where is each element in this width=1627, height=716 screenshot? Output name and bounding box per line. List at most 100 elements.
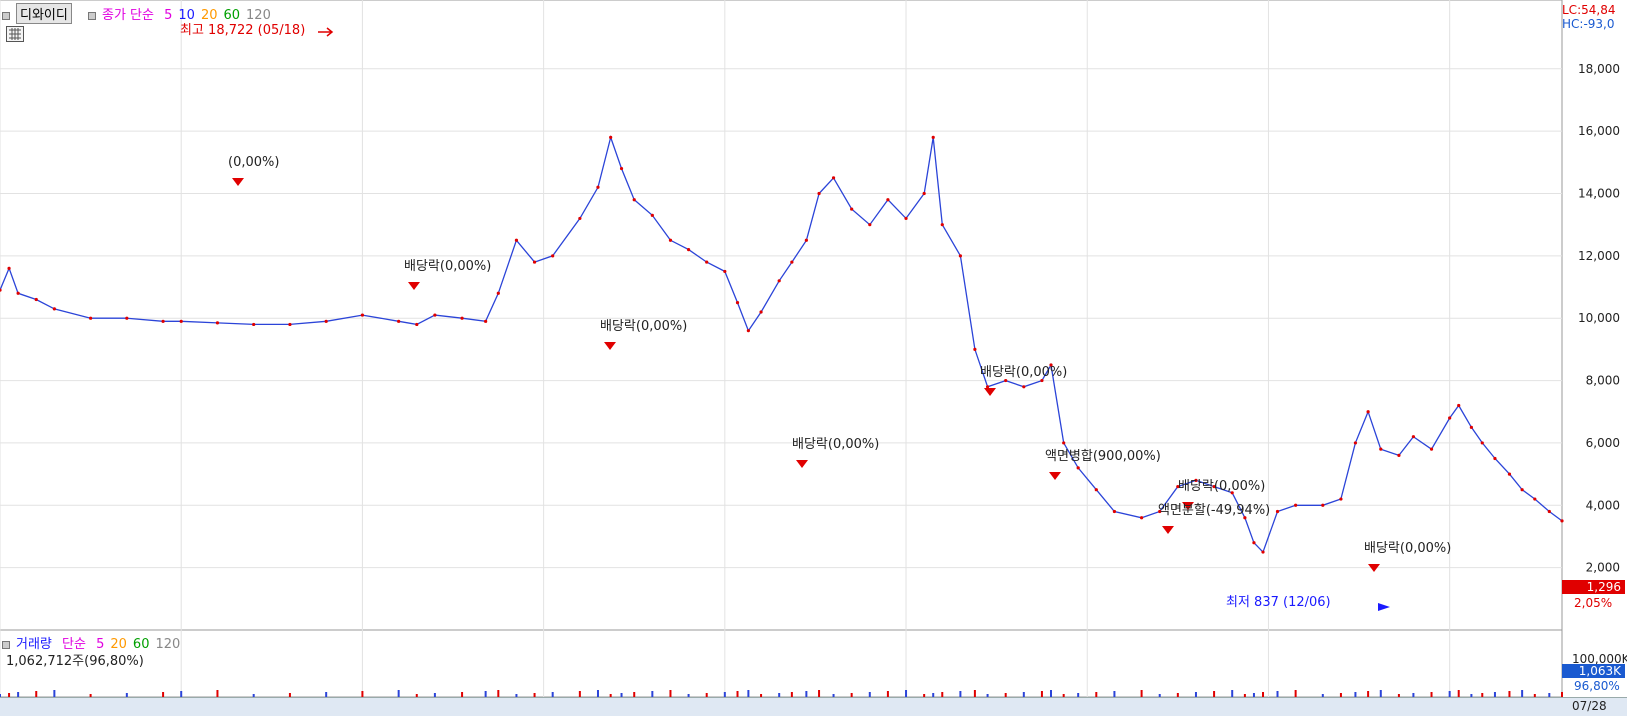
price-point (125, 316, 129, 320)
price-point (609, 135, 613, 139)
price-point (596, 185, 600, 189)
price-point (1560, 519, 1564, 523)
price-point (1076, 466, 1080, 470)
price-point (179, 319, 183, 323)
price-point (161, 319, 165, 323)
volume-bar (1521, 690, 1524, 697)
price-point (1429, 447, 1434, 451)
ma-toggle-icon[interactable] (87, 11, 96, 20)
price-point (973, 347, 977, 351)
volume-bar (397, 690, 400, 697)
volume-bar (497, 690, 500, 697)
price-point (89, 316, 93, 320)
price-point (1480, 441, 1484, 445)
price-point (1094, 488, 1098, 492)
price-point (886, 198, 890, 202)
price-point (868, 223, 872, 227)
price-point (1469, 425, 1473, 429)
price-point (1520, 488, 1524, 492)
volume-bar (216, 690, 219, 697)
price-point (1533, 497, 1537, 501)
price-point (985, 385, 990, 389)
event-annotation: 배당락(0,00%) (792, 437, 879, 452)
stock-chart[interactable]: 2,000 4,000 6,000 8,000 10,000 12,000 14,000 16… (0, 0, 1627, 715)
price-point (686, 248, 691, 252)
price-point (288, 322, 292, 327)
volume-bar (905, 690, 908, 697)
price-point (1366, 410, 1370, 414)
price-point (484, 319, 488, 323)
price-point (940, 223, 944, 227)
price-point (705, 260, 709, 264)
price-point (723, 269, 727, 274)
price-point (1448, 416, 1452, 420)
price-point (1339, 497, 1343, 501)
price-point (1411, 435, 1416, 439)
price-point (551, 254, 555, 258)
price-point (578, 216, 582, 221)
price-point (931, 135, 935, 139)
price-point (1547, 509, 1551, 514)
volume-bar (596, 690, 599, 697)
price-point (34, 297, 38, 302)
panel-toggle-icon[interactable] (2, 11, 10, 20)
price-point (252, 322, 256, 327)
hc-label: HC:-93,0 (1562, 17, 1615, 31)
price-point (397, 319, 401, 323)
price-point (922, 191, 926, 196)
volume-value: 1,062,712주(96,80%) (6, 654, 144, 669)
y-tick-label: 16,000 (1578, 124, 1620, 138)
stock-name: 디와이디 (16, 3, 72, 24)
volume-bar (669, 690, 672, 697)
price-point (52, 307, 56, 311)
volume-ma-period-120[interactable]: 120 (155, 637, 180, 652)
price-point (496, 291, 500, 295)
price-point (619, 166, 624, 171)
volume-bar (1457, 690, 1460, 697)
price-point (904, 216, 908, 221)
ma-period-120[interactable]: 120 (246, 8, 271, 23)
price-point (1457, 403, 1461, 408)
price-point (16, 291, 20, 295)
volume-pct: 96,80% (1574, 679, 1620, 693)
price-point (759, 310, 763, 314)
event-annotation: (0,00%) (228, 155, 279, 170)
event-annotation: 배당락(0,00%) (1178, 479, 1265, 494)
price-point (1294, 503, 1298, 507)
ma-period-60[interactable]: 60 (223, 8, 240, 23)
y-tick-label: 18,000 (1578, 62, 1620, 76)
volume-bar (1294, 690, 1297, 697)
price-point (817, 191, 821, 196)
ma-period-20[interactable]: 20 (201, 8, 218, 23)
price-point (804, 238, 808, 242)
volume-bar (818, 690, 821, 697)
price-point (460, 316, 464, 320)
price-point (215, 321, 220, 325)
event-annotation: 배당락(0,00%) (1364, 541, 1451, 556)
volume-bar (1231, 690, 1234, 697)
ma-period-5[interactable]: 5 (164, 8, 172, 23)
volume-badge: 1,063K (1562, 664, 1625, 678)
y-tick-label: 4,000 (1586, 498, 1620, 512)
lc-label: LC:54,84 (1562, 3, 1616, 17)
ma-period-10[interactable]: 10 (178, 8, 195, 23)
event-annotation: 배당락(0,00%) (980, 365, 1067, 380)
price-point (668, 238, 673, 242)
y-tick-label: 8,000 (1586, 374, 1620, 388)
price-point (632, 198, 636, 202)
event-annotation: 배당락(0,00%) (600, 319, 687, 334)
price-point (1275, 509, 1280, 514)
volume-toggle-icon[interactable] (2, 640, 10, 649)
high-price-label: 최고 18,722 (05/18) (180, 23, 305, 38)
table-grid-icon[interactable] (6, 26, 24, 42)
price-point (324, 319, 328, 323)
price-point (777, 279, 781, 283)
price-point (1261, 550, 1265, 554)
price-point (1397, 453, 1401, 457)
price-point (831, 176, 836, 180)
y-tick-label: 6,000 (1586, 436, 1620, 450)
price-point (415, 322, 419, 327)
price-point (650, 213, 654, 217)
price-point (1062, 441, 1066, 445)
price-point (1321, 503, 1325, 507)
